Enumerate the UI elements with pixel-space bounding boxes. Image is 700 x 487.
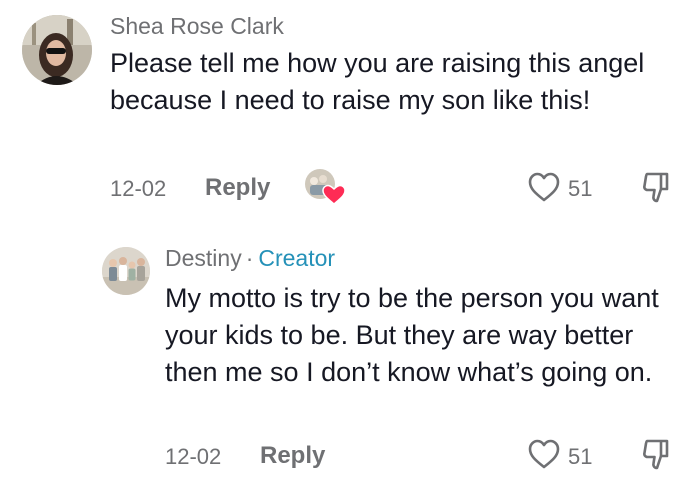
author-name[interactable]: Destiny — [165, 245, 242, 271]
heart-outline-icon — [528, 172, 560, 202]
avatar-destiny[interactable] — [102, 247, 150, 295]
creator-badge: Creator — [258, 245, 336, 271]
reply-button[interactable]: Reply — [260, 442, 325, 470]
dislike-button[interactable] — [641, 438, 673, 472]
like-button[interactable] — [527, 438, 561, 470]
avatar-shea-rose-clark[interactable] — [22, 15, 92, 85]
reply-button[interactable]: Reply — [205, 174, 270, 202]
comment-2-reply: Destiny · Creator My motto is try to be th… — [0, 230, 700, 487]
creator-liked-heart-icon — [305, 169, 346, 205]
author-name[interactable]: Shea Rose Clark — [110, 13, 284, 39]
comment-text: My motto is try to be the person you wan… — [165, 283, 659, 387]
avatar-image — [22, 15, 92, 85]
thumbs-down-icon — [643, 172, 669, 203]
dislike-button[interactable] — [641, 171, 673, 205]
comment-date: 12-02 — [165, 444, 222, 469]
comment-author[interactable]: Shea Rose Clark — [110, 13, 284, 40]
comment-1: Shea Rose Clark Please tell me how you a… — [0, 0, 700, 230]
avatar-image — [102, 247, 150, 295]
comment-text: Please tell me how you are raising this … — [110, 48, 645, 115]
like-button[interactable] — [527, 171, 561, 203]
like-count: 51 — [568, 176, 593, 201]
creator-liked-badge — [303, 167, 346, 207]
comment-date: 12-02 — [110, 176, 167, 201]
comment-author[interactable]: Destiny · Creator — [165, 245, 335, 272]
author-separator: · — [245, 245, 254, 271]
heart-outline-icon — [528, 439, 560, 469]
thumbs-down-icon — [643, 439, 669, 470]
like-count: 51 — [568, 444, 593, 469]
